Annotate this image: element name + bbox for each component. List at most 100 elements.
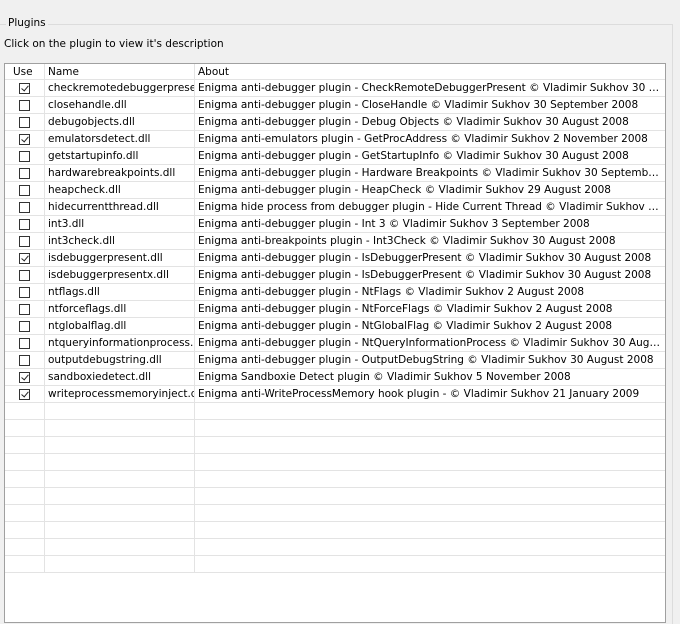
plugin-name: sandboxiedetect.dll <box>45 369 195 386</box>
use-cell <box>5 165 45 182</box>
empty-cell <box>5 505 45 522</box>
empty-cell <box>5 403 45 420</box>
plugin-about: Enigma anti-debugger plugin - NtFlags © … <box>195 284 665 301</box>
table-row[interactable]: isdebuggerpresent.dll Enigma anti-debugge… <box>5 250 665 267</box>
empty-cell <box>195 505 665 522</box>
use-checkbox[interactable] <box>19 371 30 383</box>
table-row[interactable]: writeprocessmemoryinject.dll Enigma anti-… <box>5 386 665 403</box>
empty-row <box>5 505 665 522</box>
table-row[interactable]: int3.dll Enigma anti-debugger plugin - In… <box>5 216 665 233</box>
empty-cell <box>195 454 665 471</box>
plugin-about: Enigma anti-debugger plugin - CheckRemot… <box>195 80 665 97</box>
plugin-name: ntforceflags.dll <box>45 301 195 318</box>
use-cell <box>5 199 45 216</box>
column-header-name[interactable]: Name <box>45 64 195 80</box>
use-checkbox[interactable] <box>19 252 30 264</box>
use-checkbox[interactable] <box>19 269 30 281</box>
table-row[interactable]: hardwarebreakpoints.dll Enigma anti-debug… <box>5 165 665 182</box>
empty-cell <box>5 556 45 573</box>
empty-row <box>5 539 665 556</box>
plugin-about: Enigma anti-debugger plugin - NtForceFla… <box>195 301 665 318</box>
plugin-name: ntglobalflag.dll <box>45 318 195 335</box>
plugin-about: Enigma anti-emulators plugin - GetProcAd… <box>195 131 665 148</box>
empty-cell <box>195 471 665 488</box>
table-row[interactable]: outputdebugstring.dll Enigma anti-debugge… <box>5 352 665 369</box>
plugin-name: heapcheck.dll <box>45 182 195 199</box>
empty-cell <box>195 437 665 454</box>
instruction-label: Click on the plugin to view it's descrip… <box>4 38 224 50</box>
empty-row <box>5 522 665 539</box>
use-checkbox[interactable] <box>19 337 30 349</box>
plugin-about: Enigma anti-debugger plugin - NtGlobalFl… <box>195 318 665 335</box>
table-row[interactable]: heapcheck.dll Enigma anti-debugger plugin… <box>5 182 665 199</box>
empty-cell <box>195 403 665 420</box>
plugins-grid[interactable]: Use Name About checkremotedebuggerpres en… <box>4 63 666 623</box>
use-cell <box>5 301 45 318</box>
empty-cell <box>45 403 195 420</box>
empty-cell <box>5 471 45 488</box>
use-checkbox[interactable] <box>19 116 30 128</box>
empty-cell <box>45 437 195 454</box>
empty-cell <box>45 505 195 522</box>
use-checkbox[interactable] <box>19 201 30 213</box>
use-checkbox[interactable] <box>19 184 30 196</box>
plugin-name: isdebuggerpresentx.dll <box>45 267 195 284</box>
plugin-name: writeprocessmemoryinject.dll <box>45 386 195 403</box>
empty-cell <box>5 420 45 437</box>
plugin-name: closehandle.dll <box>45 97 195 114</box>
column-header-about[interactable]: About <box>195 64 665 80</box>
use-checkbox[interactable] <box>19 388 30 400</box>
plugin-name: hidecurrentthread.dll <box>45 199 195 216</box>
use-cell <box>5 386 45 403</box>
empty-cell <box>45 556 195 573</box>
table-row[interactable]: checkremotedebuggerpresent.dllEnigma ant… <box>5 80 665 97</box>
empty-cell <box>45 420 195 437</box>
use-checkbox[interactable] <box>19 303 30 315</box>
grid-body: checkremotedebuggerpresent.dllEnigma ant… <box>5 80 665 403</box>
use-checkbox[interactable] <box>19 99 30 111</box>
plugin-name: ntqueryinformationprocess.dll <box>45 335 195 352</box>
table-row[interactable]: ntglobalflag.dll Enigma anti-debugger plu… <box>5 318 665 335</box>
plugin-name: hardwarebreakpoints.dll <box>45 165 195 182</box>
column-header-use[interactable]: Use <box>5 64 45 80</box>
plugin-name: debugobjects.dll <box>45 114 195 131</box>
use-cell <box>5 267 45 284</box>
use-checkbox[interactable] <box>19 167 30 179</box>
table-row[interactable]: hidecurrentthread.dll Enigma hide process… <box>5 199 665 216</box>
table-row[interactable]: ntqueryinformationprocess.dll Enigma anti… <box>5 335 665 352</box>
plugin-about: Enigma hide process from debugger plugin… <box>195 199 665 216</box>
empty-cell <box>5 522 45 539</box>
empty-row <box>5 420 665 437</box>
plugin-name: emulatorsdetect.dll <box>45 131 195 148</box>
use-checkbox[interactable] <box>19 133 30 145</box>
use-checkbox[interactable] <box>19 286 30 298</box>
plugin-about: Enigma Sandboxie Detect plugin © Vladimi… <box>195 369 665 386</box>
use-checkbox[interactable] <box>19 82 30 94</box>
plugin-about: Enigma anti-debugger plugin - GetStartup… <box>195 148 665 165</box>
plugin-name: isdebuggerpresent.dll <box>45 250 195 267</box>
use-checkbox[interactable] <box>19 354 30 366</box>
table-row[interactable]: isdebuggerpresentx.dll Enigma anti-debugg… <box>5 267 665 284</box>
use-checkbox[interactable] <box>19 218 30 230</box>
table-row[interactable]: closehandle.dll Enigma anti-debugger plug… <box>5 97 665 114</box>
use-checkbox[interactable] <box>19 235 30 247</box>
table-row[interactable]: ntforceflags.dll Enigma anti-debugger plu… <box>5 301 665 318</box>
empty-cell <box>45 471 195 488</box>
empty-row <box>5 488 665 505</box>
use-checkbox[interactable] <box>19 320 30 332</box>
table-row[interactable]: debugobjects.dll Enigma anti-debugger plu… <box>5 114 665 131</box>
groupbox-title: Plugins <box>6 17 48 29</box>
empty-cell <box>45 522 195 539</box>
plugin-about: Enigma anti-WriteProcessMemory hook plug… <box>195 386 665 403</box>
use-checkbox[interactable] <box>19 150 30 162</box>
table-row[interactable]: emulatorsdetect.dll Enigma anti-emulators… <box>5 131 665 148</box>
table-row[interactable]: getstartupinfo.dll Enigma anti-debugger p… <box>5 148 665 165</box>
plugin-name: int3.dll <box>45 216 195 233</box>
table-row[interactable]: ntflags.dll Enigma anti-debugger plugin -… <box>5 284 665 301</box>
table-row[interactable]: int3check.dll Enigma anti-breakpoints plu… <box>5 233 665 250</box>
empty-cell <box>195 556 665 573</box>
plugin-about: Enigma anti-debugger plugin - HeapCheck … <box>195 182 665 199</box>
plugin-about: Enigma anti-debugger plugin - OutputDebu… <box>195 352 665 369</box>
empty-row <box>5 454 665 471</box>
table-row[interactable]: sandboxiedetect.dll Enigma Sandboxie Dete… <box>5 369 665 386</box>
